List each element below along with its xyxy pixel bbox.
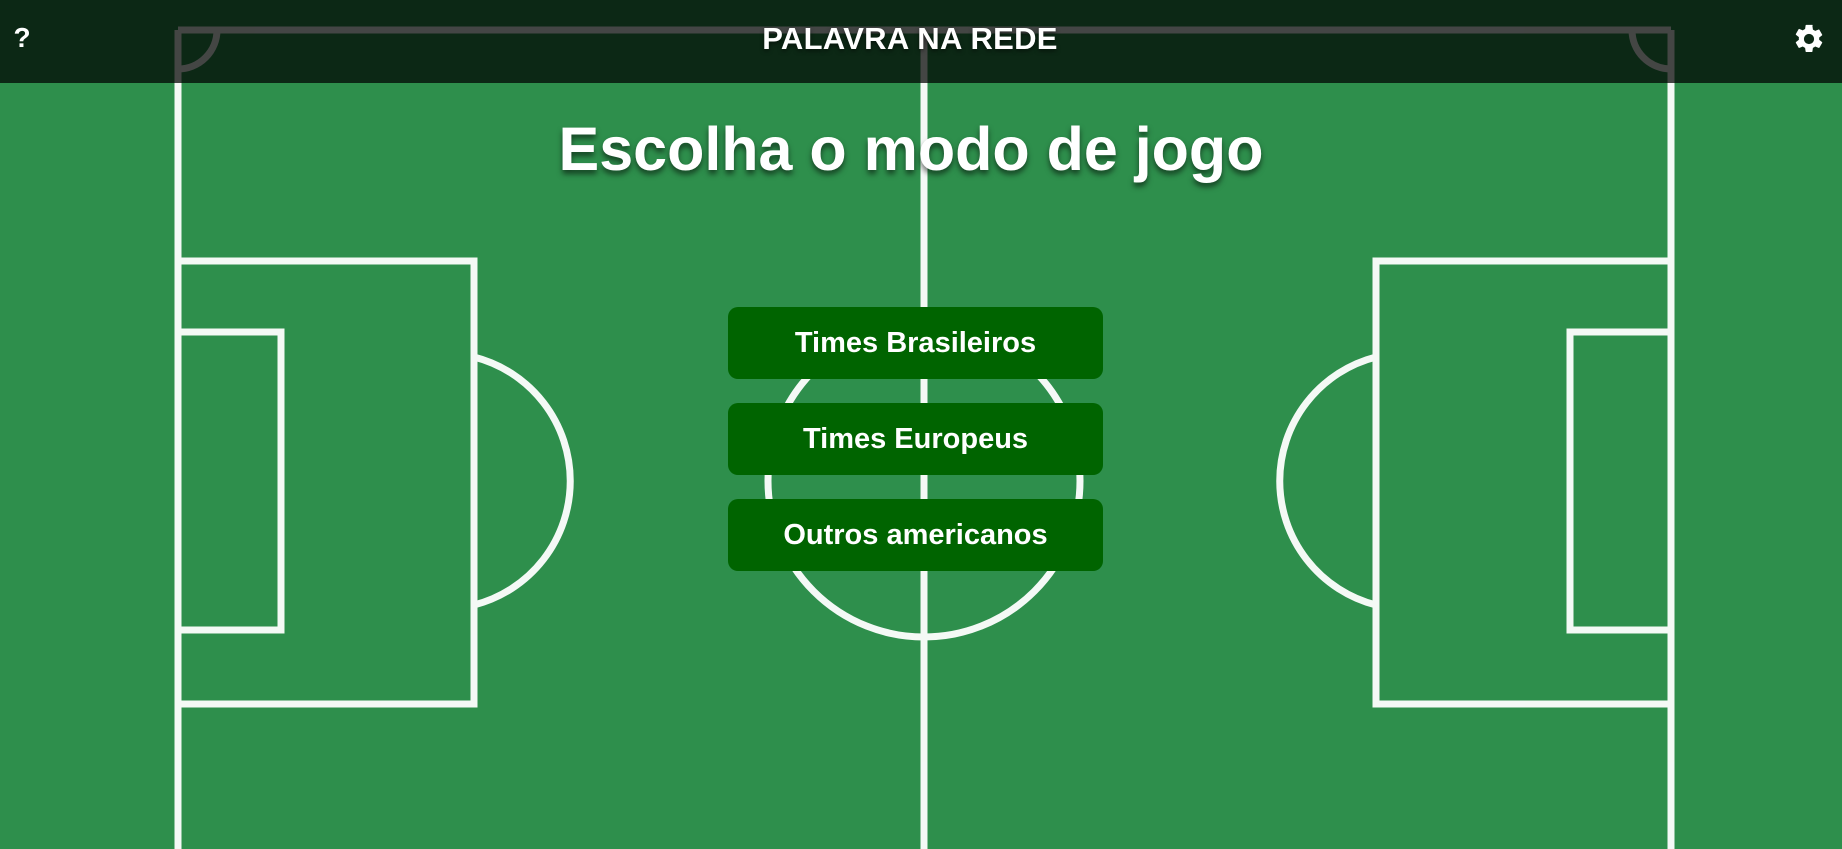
mode-button-other-americans[interactable]: Outros americanos <box>728 499 1103 571</box>
gear-icon <box>1795 24 1823 53</box>
settings-button[interactable] <box>1792 22 1826 56</box>
page-title: Escolha o modo de jogo <box>558 115 1264 183</box>
top-bar: ? PALAVRA NA REDE <box>0 0 1842 83</box>
game-screen: ? PALAVRA NA REDE Escolha o modo de jogo… <box>0 0 1842 849</box>
mode-button-european-teams[interactable]: Times Europeus <box>728 403 1103 475</box>
mode-button-brazilian-teams[interactable]: Times Brasileiros <box>728 307 1103 379</box>
app-title: PALAVRA NA REDE <box>762 21 1058 56</box>
game-mode-list: Times Brasileiros Times Europeus Outros … <box>728 307 1103 595</box>
